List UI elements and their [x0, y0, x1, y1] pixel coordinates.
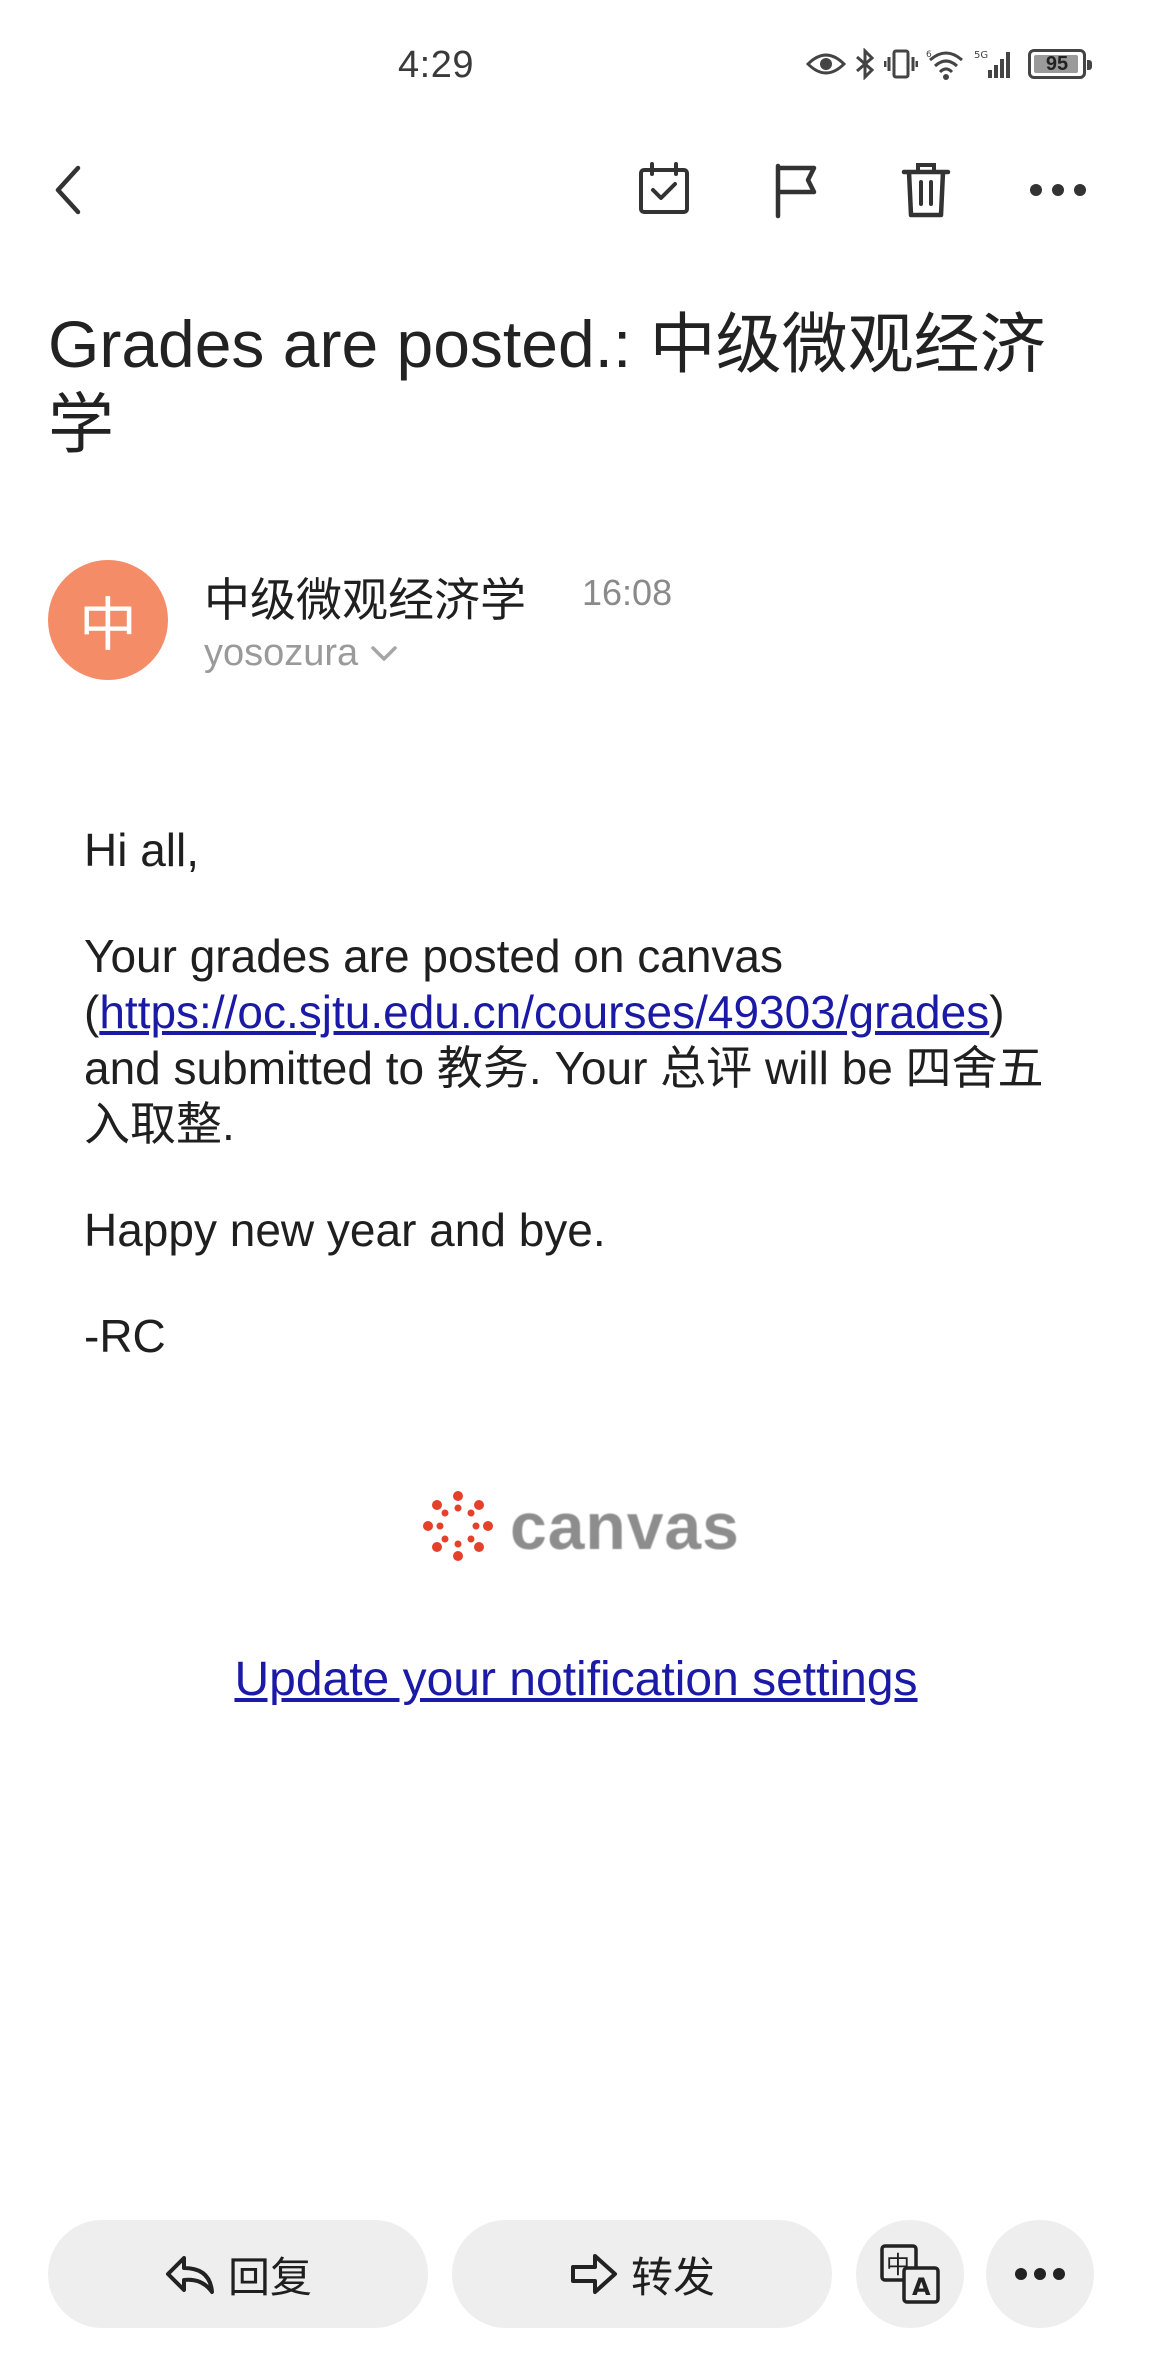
more-options-button[interactable]: [1018, 150, 1098, 230]
body-paragraph: Your grades are posted on canvas (https:…: [84, 928, 1064, 1152]
reply-icon: [165, 2256, 214, 2294]
more-horizontal-icon: [1030, 184, 1086, 196]
reply-label: 回复: [227, 2253, 312, 2301]
update-notification-settings-link[interactable]: Update your notification settings: [0, 1652, 1152, 1707]
sender-name: 中级微观经济学: [204, 574, 526, 626]
forward-icon: [570, 2254, 617, 2294]
translate-icon: 中 A: [880, 2244, 940, 2304]
greeting: Hi all,: [84, 824, 200, 876]
forward-label: 转发: [630, 2253, 715, 2301]
flag-button[interactable]: [756, 150, 836, 230]
vibrate-icon: [884, 48, 918, 80]
more-actions-button[interactable]: [986, 2220, 1094, 2328]
add-to-calendar-button[interactable]: [624, 150, 704, 230]
delete-button[interactable]: [886, 150, 966, 230]
canvas-logo: canvas: [420, 1488, 740, 1564]
reply-button[interactable]: 回复: [48, 2220, 428, 2328]
closing-line: Happy new year and bye.: [84, 1204, 606, 1256]
more-horizontal-icon: [1015, 2268, 1065, 2280]
signature: -RC: [84, 1310, 166, 1362]
forward-button[interactable]: 转发: [452, 2220, 832, 2328]
chevron-down-icon: [371, 645, 397, 661]
wifi-icon: 6: [926, 48, 966, 80]
email-detail-screen: 4:29 6 5G 95 Grades are posted.: 中级微观经济学…: [0, 0, 1152, 2376]
canvas-logo-icon: [423, 1491, 493, 1561]
cellular-signal-icon: 5G: [974, 48, 1014, 80]
bluetooth-icon: [854, 48, 876, 80]
grades-link[interactable]: https://oc.sjtu.edu.cn/courses/49303/gra…: [99, 986, 989, 1038]
eye-icon: [806, 50, 846, 78]
svg-text:A: A: [912, 2273, 931, 2301]
translate-button[interactable]: 中 A: [856, 2220, 964, 2328]
email-subject: Grades are posted.: 中级微观经济学: [48, 307, 1046, 461]
status-time: 4:29: [398, 44, 474, 86]
back-button[interactable]: [28, 150, 108, 230]
calendar-check-icon: [639, 162, 689, 214]
trash-icon: [901, 163, 951, 218]
battery-level: 95: [1045, 52, 1069, 75]
flag-icon: [775, 163, 817, 219]
battery-indicator: 95: [1028, 49, 1092, 79]
sender-avatar: 中: [48, 560, 168, 680]
back-chevron-icon: [55, 165, 81, 215]
recipient-account-toggle[interactable]: yosozura: [204, 632, 398, 675]
svg-text:6: 6: [926, 50, 932, 60]
email-body: Hi all, Your grades are posted on canvas…: [84, 822, 1064, 1414]
received-time: 16:08: [582, 572, 673, 613]
network-type-label: 5G: [974, 50, 988, 61]
canvas-logo-text: canvas: [510, 1489, 740, 1563]
status-icons: 6 5G 95: [806, 48, 1092, 80]
recipient-account: yosozura: [204, 632, 359, 674]
